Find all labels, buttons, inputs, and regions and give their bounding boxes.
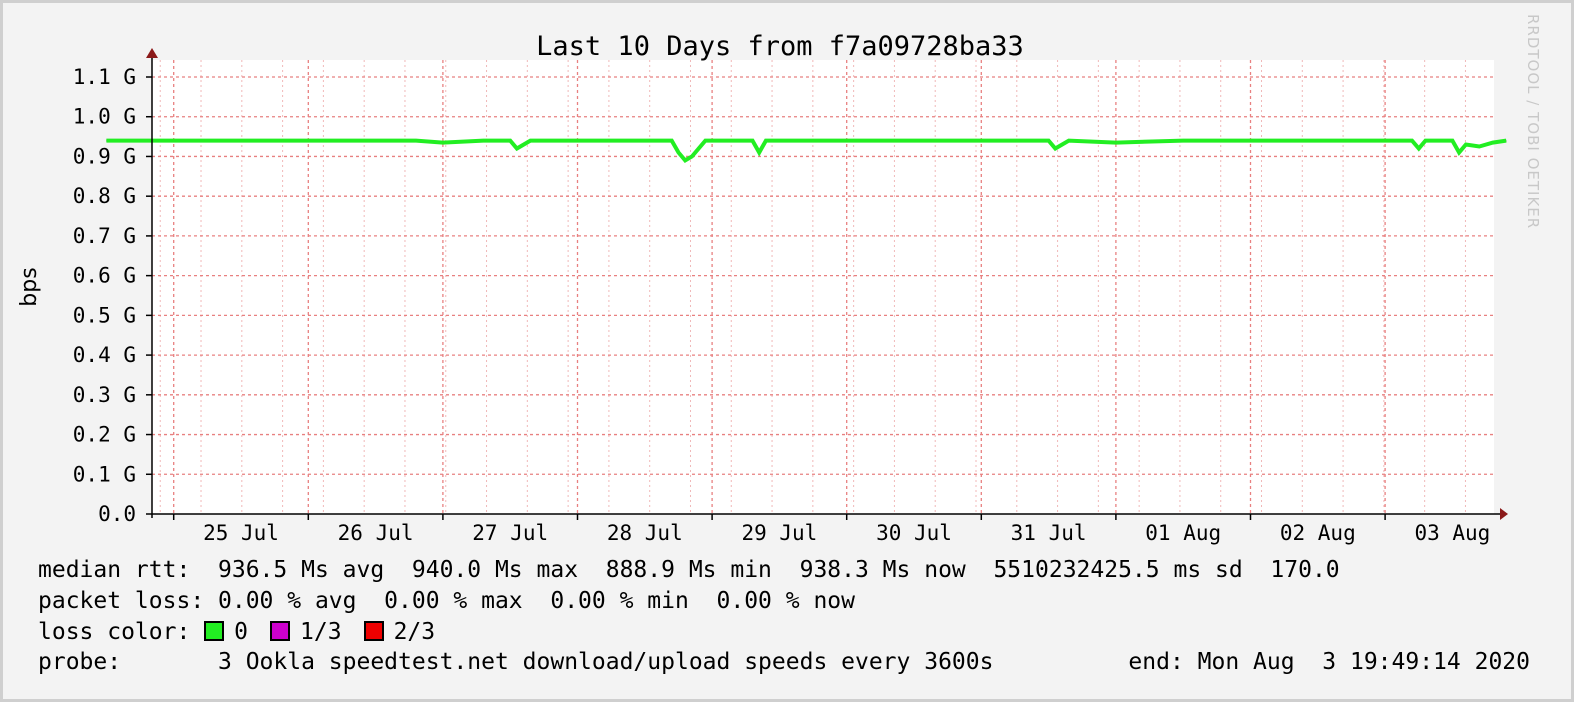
y-tick-label: 0.3 G (73, 383, 136, 407)
y-tick-label: 0.8 G (73, 184, 136, 208)
loss-color-swatch (270, 621, 291, 641)
legend-probe: probe: 3 Ookla speedtest.net download/up… (38, 649, 994, 675)
loss-color-label: loss color: (38, 619, 205, 645)
legend-packet-loss: packet loss: 0.00 % avg 0.00 % max 0.00 … (38, 588, 855, 614)
loss-color-label: 0 (234, 619, 249, 645)
loss-color-label: 1/3 (300, 619, 342, 645)
rrdtool-credit: RRDTOOL / TOBI OETIKER (1524, 14, 1542, 230)
y-tick-label: 0.9 G (73, 144, 136, 168)
chart-title: Last 10 Days from f7a09728ba33 (536, 31, 1024, 62)
loss-color-swatch (204, 621, 225, 641)
legend-loss-color: loss color: 0 1/3 2/3 (38, 618, 457, 646)
y-tick-label: 0.0 (98, 502, 136, 526)
loss-color-swatch (363, 621, 384, 641)
y-tick-label: 0.5 G (73, 303, 136, 327)
plot-area (152, 60, 1494, 514)
x-tick-label: 30 Jul (876, 521, 952, 545)
y-tick-label: 0.6 G (73, 264, 136, 288)
y-tick-label: 1.0 G (73, 105, 136, 129)
y-tick-label: 0.1 G (73, 462, 136, 486)
y-tick-label: 0.2 G (73, 423, 136, 447)
y-axis-arrow (146, 48, 158, 58)
x-tick-label: 26 Jul (338, 521, 414, 545)
x-tick-label: 03 Aug (1414, 521, 1490, 545)
loss-color-item: 0 (204, 619, 248, 645)
x-axis-arrow (1500, 508, 1508, 520)
legend-end-time: end: Mon Aug 3 19:49:14 2020 (1128, 649, 1530, 675)
legend-rtt: median rtt: 936.5 Ms avg 940.0 Ms max 88… (38, 557, 1340, 583)
x-tick-label: 01 Aug (1145, 521, 1221, 545)
y-tick-label: 0.4 G (73, 343, 136, 367)
loss-color-item: 1/3 (270, 619, 342, 645)
y-tick-label: 0.7 G (73, 224, 136, 248)
x-tick-label: 27 Jul (472, 521, 548, 545)
x-tick-label: 28 Jul (607, 521, 683, 545)
y-axis-label: bps (17, 267, 42, 306)
y-tick-label: 1.1 G (73, 65, 136, 89)
x-tick-label: 02 Aug (1280, 521, 1356, 545)
x-tick-label: 29 Jul (741, 521, 817, 545)
loss-color-label: 2/3 (393, 619, 436, 645)
loss-color-item: 2/3 (363, 619, 436, 645)
x-tick-label: 25 Jul (203, 521, 279, 545)
x-tick-label: 31 Jul (1011, 521, 1087, 545)
